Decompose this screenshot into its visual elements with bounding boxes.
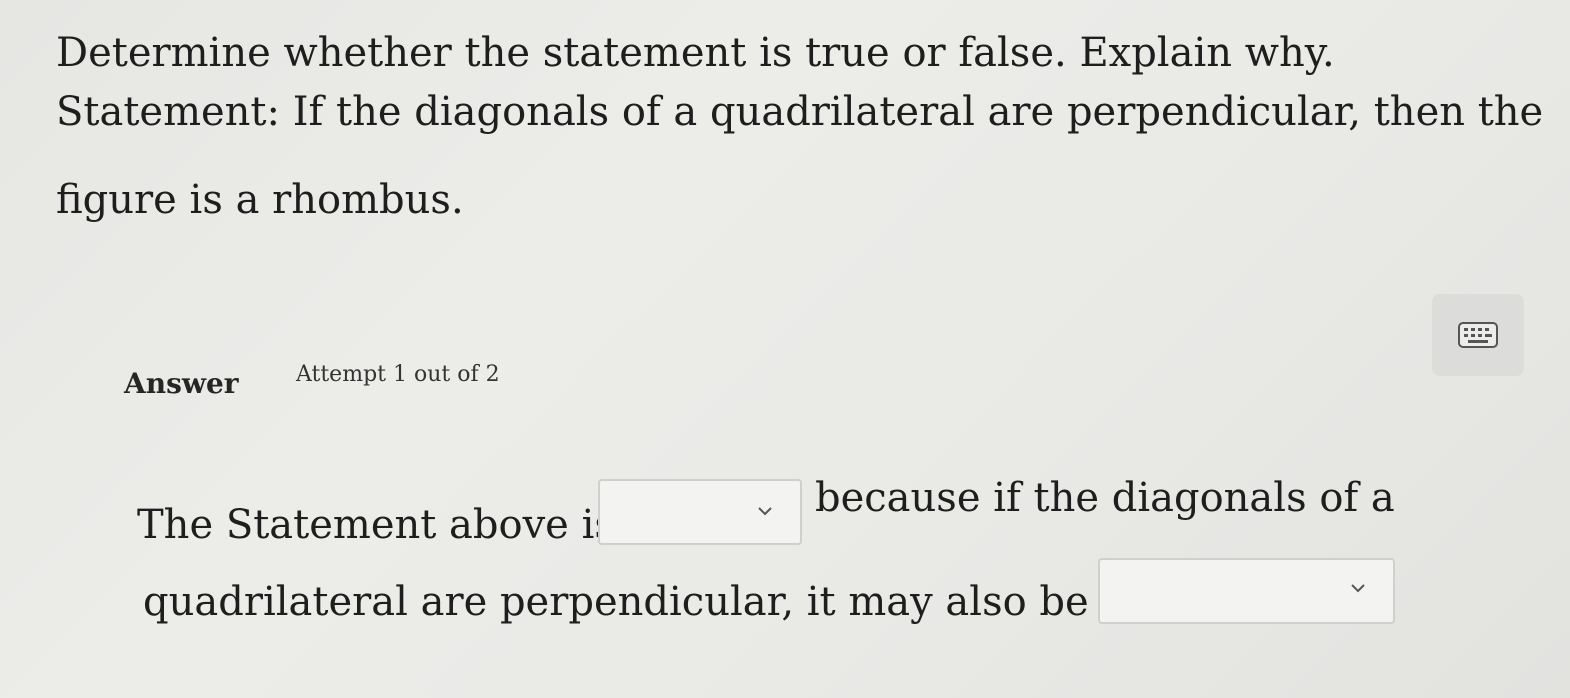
answer-sentence-part-1: The Statement above is [137, 502, 615, 548]
keyboard-icon [1458, 322, 1498, 348]
chevron-down-icon [758, 507, 772, 516]
question-line-3: figure is a rhombus. [56, 177, 464, 223]
answer-label: Answer [124, 367, 239, 400]
true-false-dropdown[interactable] [598, 479, 802, 545]
question-line-2: Statement: If the diagonals of a quadril… [56, 89, 1544, 135]
chevron-down-icon [1351, 584, 1365, 593]
keyboard-button[interactable] [1432, 294, 1524, 376]
attempt-counter: Attempt 1 out of 2 [296, 362, 500, 387]
question-line-1: Determine whether the statement is true … [56, 30, 1335, 76]
answer-sentence-part-3: quadrilateral are perpendicular, it may … [143, 579, 1126, 625]
shape-dropdown[interactable] [1098, 558, 1395, 624]
answer-sentence-part-2: because if the diagonals of a [815, 475, 1395, 521]
